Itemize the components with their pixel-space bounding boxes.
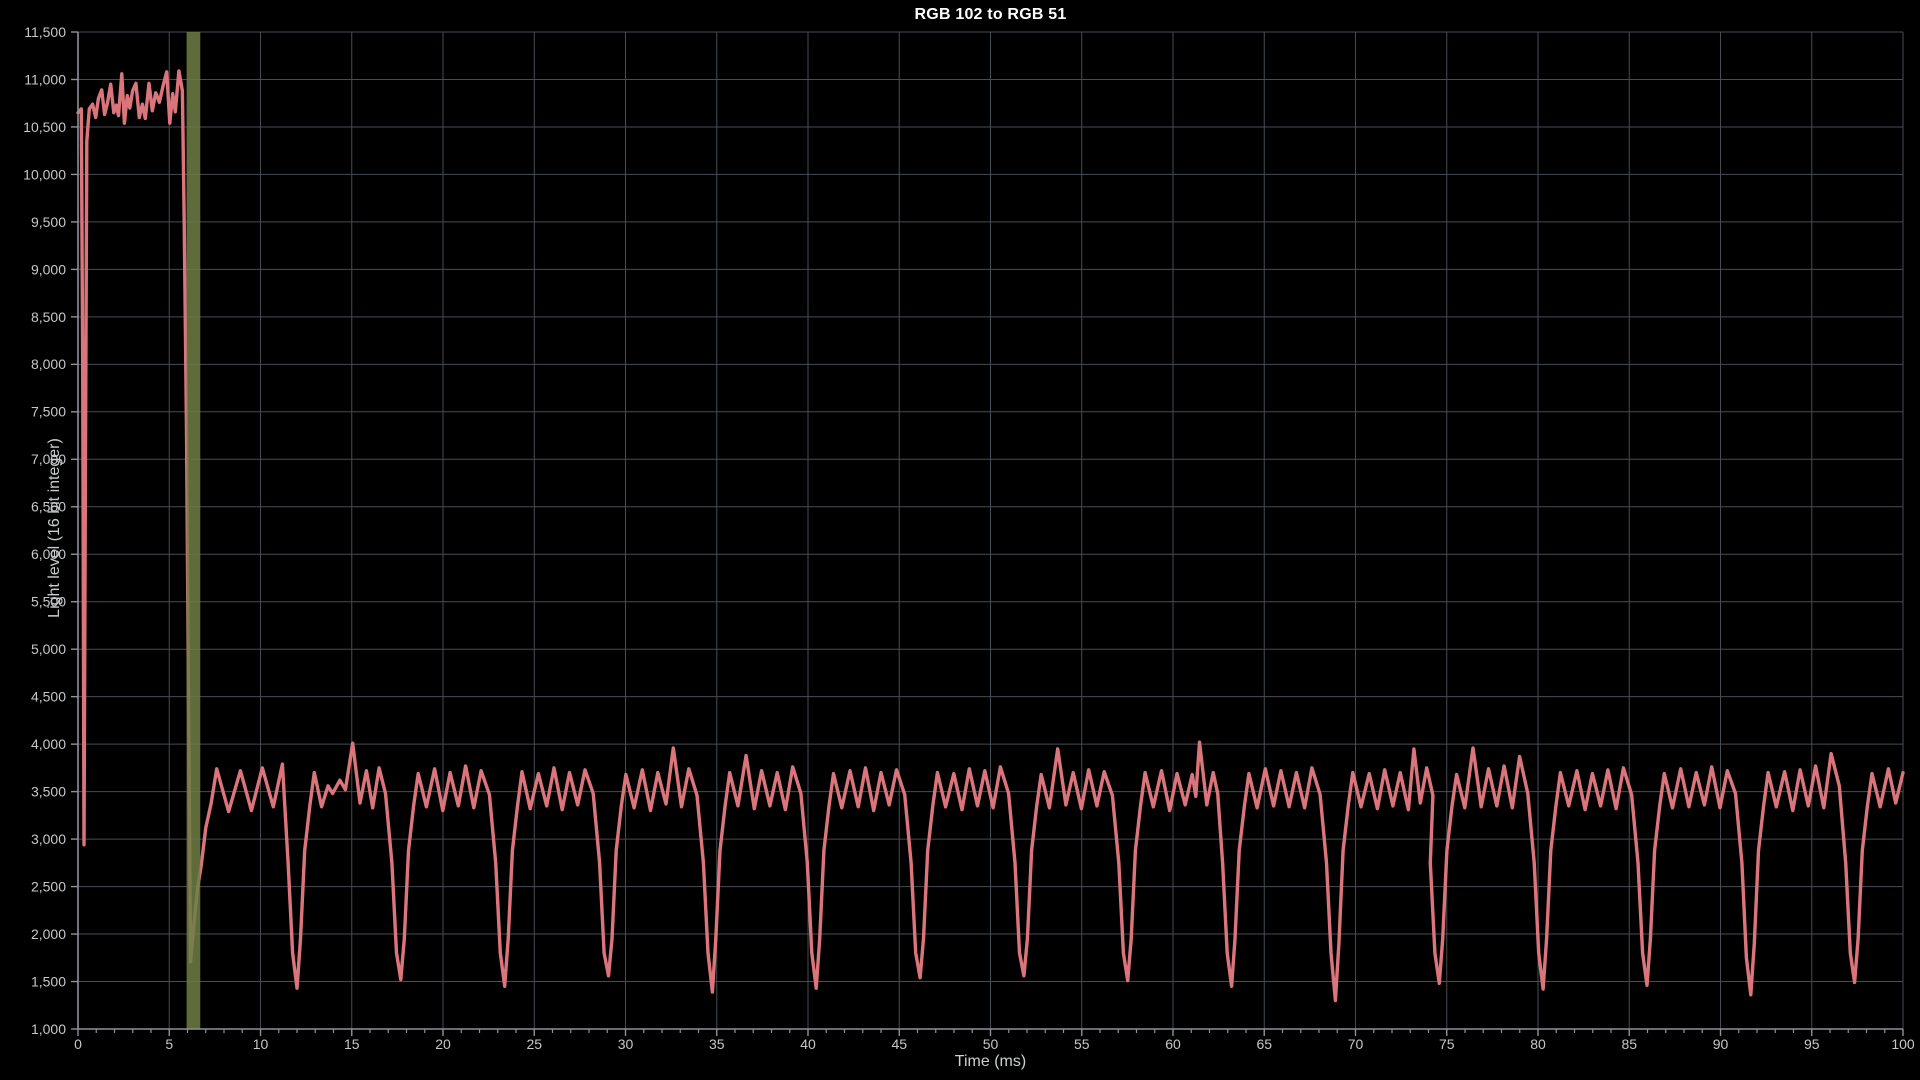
y-tick-label: 3,500 xyxy=(31,784,66,800)
x-tick-label: 5 xyxy=(165,1036,173,1052)
y-tick-label: 3,000 xyxy=(31,831,66,847)
x-tick-label: 30 xyxy=(618,1036,634,1052)
x-tick-label: 50 xyxy=(983,1036,999,1052)
x-tick-label: 25 xyxy=(526,1036,542,1052)
x-tick-label: 80 xyxy=(1530,1036,1546,1052)
y-tick-label: 8,000 xyxy=(31,356,66,372)
y-tick-label: 1,500 xyxy=(31,973,66,989)
chart-canvas: RGB 102 to RGB 51 Light level (16 bit in… xyxy=(0,0,1920,1080)
plot-area[interactable]: 1,000 1,500 2,000 2,500 3,000 3,500 4,000 4,500… xyxy=(0,0,1920,1080)
x-tick-label: 55 xyxy=(1074,1036,1090,1052)
y-tick-label: 6,000 xyxy=(31,546,66,562)
y-tick-label: 10,500 xyxy=(23,119,66,135)
y-tick-label: 8,500 xyxy=(31,309,66,325)
y-tick-label: 4,000 xyxy=(31,736,66,752)
y-tick-label: 5,000 xyxy=(31,641,66,657)
x-tick-label: 75 xyxy=(1439,1036,1455,1052)
y-tick-label: 7,500 xyxy=(31,404,66,420)
x-tick-label: 85 xyxy=(1621,1036,1637,1052)
transition-marker-band xyxy=(186,32,201,1029)
y-tick-label: 7,000 xyxy=(31,451,66,467)
x-tick-label: 95 xyxy=(1804,1036,1820,1052)
x-tick-label: 40 xyxy=(800,1036,816,1052)
y-tick-label: 9,000 xyxy=(31,261,66,277)
y-tick-label: 11,500 xyxy=(24,24,66,40)
y-tick-label: 4,500 xyxy=(31,689,66,705)
x-tick-label: 100 xyxy=(1891,1036,1915,1052)
x-tick-label: 35 xyxy=(709,1036,725,1052)
y-tick-label: 5,500 xyxy=(31,594,66,610)
x-tick-label: 10 xyxy=(253,1036,269,1052)
y-tick-label: 2,000 xyxy=(31,926,66,942)
x-tick-label: 60 xyxy=(1165,1036,1181,1052)
x-tick-label: 90 xyxy=(1713,1036,1729,1052)
x-tick-label: 20 xyxy=(435,1036,451,1052)
y-tick-label: 10,000 xyxy=(23,166,66,182)
x-tick-label: 65 xyxy=(1256,1036,1272,1052)
x-tick-label: 45 xyxy=(891,1036,907,1052)
x-tick-label: 0 xyxy=(74,1036,82,1052)
y-tick-label: 1,000 xyxy=(31,1021,66,1037)
x-tick-label: 15 xyxy=(344,1036,360,1052)
x-tick-label: 70 xyxy=(1348,1036,1364,1052)
y-tick-label: 9,500 xyxy=(31,214,66,230)
y-tick-label: 2,500 xyxy=(31,878,66,894)
y-tick-label: 6,500 xyxy=(31,499,66,515)
y-tick-label: 11,000 xyxy=(24,71,66,87)
